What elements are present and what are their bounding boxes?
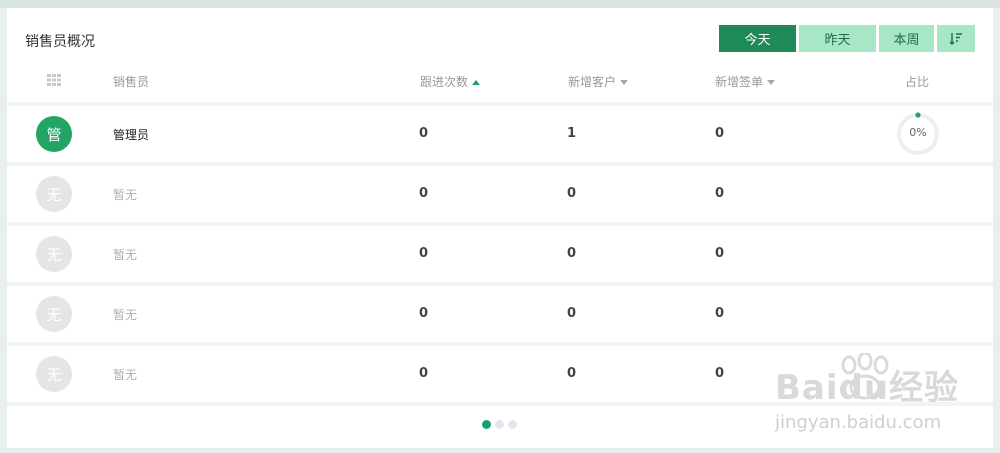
new-customers-count: 0 [567,366,577,381]
header-follow-count[interactable]: 跟进次数 [420,73,481,90]
ratio-value: 0% [909,126,927,139]
sort-button[interactable] [937,25,975,52]
header-new-orders[interactable]: 新增签单 [715,73,776,90]
new-orders-count: 0 [715,186,725,201]
avatar: 无 [36,236,72,272]
top-accent-bar [0,0,1000,8]
table-row[interactable]: 无 暂无 0 0 0 [7,166,993,222]
header-salesperson: 销售员 [113,75,150,89]
baidu-watermark-url: jingyan.baidu.com [775,412,942,433]
today-button[interactable]: 今天 [719,25,796,52]
sort-icon [949,32,962,45]
table-row[interactable]: 无 暂无 0 0 0 [7,286,993,342]
today-label: 今天 [744,33,771,48]
table-row[interactable]: 管 管理员 0 1 0 0% [7,106,993,162]
follow-count: 0 [419,306,429,321]
salesperson-name: 管理员 [113,128,150,142]
avatar: 管 [36,116,72,152]
baidu-watermark: Baidu经验 [775,368,960,408]
header-new-customers[interactable]: 新增客户 [568,73,629,90]
salesperson-name: 暂无 [113,248,138,262]
new-orders-count: 0 [715,126,725,141]
yesterday-button[interactable]: 昨天 [799,25,876,52]
yesterday-label: 昨天 [824,33,851,48]
new-customers-count: 0 [567,246,577,261]
follow-count: 0 [419,366,429,381]
follow-count: 0 [419,126,429,141]
new-customers-count: 0 [567,186,577,201]
header-follow-count-label: 跟进次数 [420,75,469,89]
panel-title: 销售员概况 [25,34,95,50]
sort-desc-icon [767,80,776,85]
new-orders-count: 0 [715,366,725,381]
new-customers-count: 1 [567,126,577,141]
salesperson-name: 暂无 [113,308,138,322]
grid-icon [47,74,61,89]
avatar: 无 [36,356,72,392]
header-new-orders-label: 新增签单 [715,75,764,89]
page-dot-1[interactable] [482,420,491,429]
follow-count: 0 [419,246,429,261]
pagination-dots [482,420,517,429]
table-row[interactable]: 无 暂无 0 0 0 [7,226,993,282]
new-orders-count: 0 [715,246,725,261]
sort-asc-icon [472,80,481,85]
avatar: 无 [36,176,72,212]
new-customers-count: 0 [567,306,577,321]
header-ratio: 占比 [905,75,930,89]
this-week-button[interactable]: 本周 [879,25,934,52]
page-dot-2[interactable] [495,420,504,429]
page-dot-3[interactable] [508,420,517,429]
salesperson-name: 暂无 [113,368,138,382]
salesperson-overview-panel: 销售员概况 今天 昨天 本周 销售员 跟进次数 新增客户 新增签单 占比 管 管… [7,8,993,448]
header-new-customers-label: 新增客户 [568,75,617,89]
avatar: 无 [36,296,72,332]
salesperson-name: 暂无 [113,188,138,202]
this-week-label: 本周 [893,33,920,48]
sort-desc-icon [620,80,629,85]
table-header: 销售员 跟进次数 新增客户 新增签单 占比 [7,70,993,104]
follow-count: 0 [419,186,429,201]
new-orders-count: 0 [715,306,725,321]
